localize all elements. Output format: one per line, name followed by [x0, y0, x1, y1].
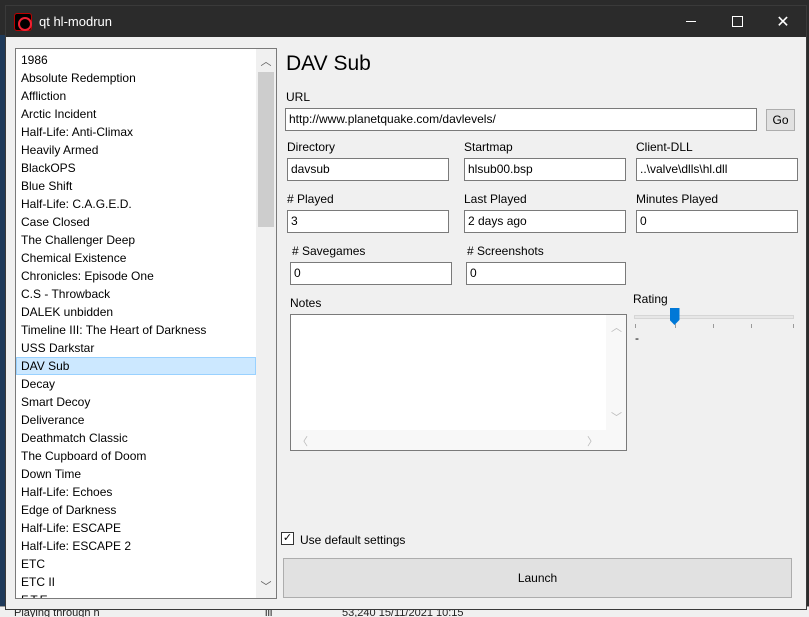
list-item[interactable]: DAV Sub [16, 357, 256, 375]
rating-slider[interactable] [634, 315, 794, 319]
list-item[interactable]: Half-Life: ESCAPE 2 [16, 537, 256, 555]
last-played-field[interactable]: 2 days ago [464, 210, 626, 233]
list-item[interactable]: F.T.E. [16, 591, 256, 598]
list-item[interactable]: Half-Life: Echoes [16, 483, 256, 501]
rating-tick [793, 324, 794, 328]
mod-list[interactable]: 1986 Absolute Redemption Affliction Arctic … [15, 48, 277, 599]
list-item[interactable]: Deathmatch Classic [16, 429, 256, 447]
notes-vertical-scrollbar[interactable]: ︿ ﹀ [606, 315, 626, 431]
played-field[interactable]: 3 [287, 210, 449, 233]
notes-horizontal-scrollbar[interactable]: 〈 〉 [291, 430, 626, 450]
directory-field[interactable]: davsub [287, 158, 449, 181]
scroll-thumb[interactable] [258, 72, 274, 227]
list-item[interactable]: Absolute Redemption [16, 69, 256, 87]
last-played-label: Last Played [464, 192, 527, 206]
minimize-button[interactable] [668, 6, 714, 37]
rating-slider-handle[interactable] [669, 308, 680, 325]
rating-tick [635, 324, 636, 328]
notes-scroll-down-icon: ﹀ [611, 412, 622, 424]
url-field[interactable]: http://www.planetquake.com/davlevels/ [285, 108, 757, 131]
list-item[interactable]: Chronicles: Episode One [16, 267, 256, 285]
list-item[interactable]: Timeline III: The Heart of Darkness [16, 321, 256, 339]
played-label: # Played [287, 192, 334, 206]
list-item[interactable]: Chemical Existence [16, 249, 256, 267]
launch-button[interactable]: Launch [283, 558, 792, 598]
go-button[interactable]: Go [766, 109, 795, 131]
main-window: qt hl-modrun ✕ 1986 Absolute Redemption Af… [5, 5, 807, 610]
launch-button-label: Launch [517, 571, 558, 585]
use-default-label: Use default settings [300, 533, 406, 547]
list-item[interactable]: The Challenger Deep [16, 231, 256, 249]
list-item[interactable]: ETC [16, 555, 256, 573]
list-item[interactable]: Affliction [16, 87, 256, 105]
list-item[interactable]: Blue Shift [16, 177, 256, 195]
close-button[interactable]: ✕ [760, 6, 806, 37]
client-dll-label: Client-DLL [636, 140, 693, 154]
screenshots-field[interactable]: 0 [466, 262, 626, 285]
chevron-up-icon: ︿ [260, 56, 272, 68]
checkmark-icon: ✓ [282, 532, 293, 544]
title-bar[interactable]: qt hl-modrun ✕ [6, 6, 806, 37]
rating-tick [751, 324, 752, 328]
startmap-field[interactable]: hlsub00.bsp [464, 158, 626, 181]
mod-list-items: 1986 Absolute Redemption Affliction Arctic … [16, 51, 256, 598]
startmap-label: Startmap [464, 140, 513, 154]
rating-label: Rating [633, 292, 668, 306]
list-item[interactable]: Deliverance [16, 411, 256, 429]
scroll-down-button[interactable]: ﹀ [256, 576, 276, 596]
directory-label: Directory [287, 140, 336, 154]
notes-label: Notes [290, 296, 322, 310]
mod-list-scrollbar[interactable]: ︿ ﹀ [256, 49, 276, 598]
list-item[interactable]: Half-Life: Anti-Climax [16, 123, 256, 141]
scroll-up-button[interactable]: ︿ [256, 51, 276, 71]
chevron-down-icon: ﹀ [260, 581, 272, 593]
list-item[interactable]: Decay [16, 375, 256, 393]
window-controls: ✕ [668, 6, 806, 37]
savegames-label: # Savegames [292, 244, 366, 258]
notes-scroll-up-icon: ︿ [611, 322, 622, 334]
minutes-played-field[interactable]: 0 [636, 210, 798, 233]
rating-tick [713, 324, 714, 328]
list-item[interactable]: BlackOPS [16, 159, 256, 177]
list-item[interactable]: ETC II [16, 573, 256, 591]
screenshots-label: # Screenshots [467, 244, 544, 258]
list-item[interactable]: The Cupboard of Doom [16, 447, 256, 465]
list-item[interactable]: USS Darkstar [16, 339, 256, 357]
list-item[interactable]: Arctic Incident [16, 105, 256, 123]
mod-title: DAV Sub [286, 52, 371, 75]
notes-scroll-left-icon: 〈 [297, 436, 308, 448]
rating-tick [675, 324, 676, 328]
url-label: URL [286, 90, 311, 104]
list-item[interactable]: Half-Life: C.A.G.E.D. [16, 195, 256, 213]
client-dll-field[interactable]: ..\valve\dlls\hl.dll [636, 158, 798, 181]
use-default-checkbox[interactable]: ✓ [281, 532, 294, 545]
list-item[interactable]: Half-Life: ESCAPE [16, 519, 256, 537]
notes-scroll-right-icon: 〉 [587, 436, 598, 448]
list-item[interactable]: Heavily Armed [16, 141, 256, 159]
list-item[interactable]: Down Time [16, 465, 256, 483]
list-item[interactable]: 1986 [16, 51, 256, 69]
list-item[interactable]: C.S - Throwback [16, 285, 256, 303]
list-item[interactable]: Edge of Darkness [16, 501, 256, 519]
list-item[interactable]: DALEK unbidden [16, 303, 256, 321]
rating-value: - [635, 331, 639, 345]
list-item[interactable]: Case Closed [16, 213, 256, 231]
savegames-field[interactable]: 0 [290, 262, 452, 285]
maximize-button[interactable] [714, 6, 760, 37]
minutes-played-label: Minutes Played [636, 192, 719, 206]
close-icon: ✕ [776, 13, 790, 31]
app-logo-icon [14, 12, 32, 31]
list-item[interactable]: Smart Decoy [16, 393, 256, 411]
window-title: qt hl-modrun [39, 14, 112, 29]
notes-textarea[interactable]: ︿ ﹀ 〈 〉 [290, 314, 627, 451]
